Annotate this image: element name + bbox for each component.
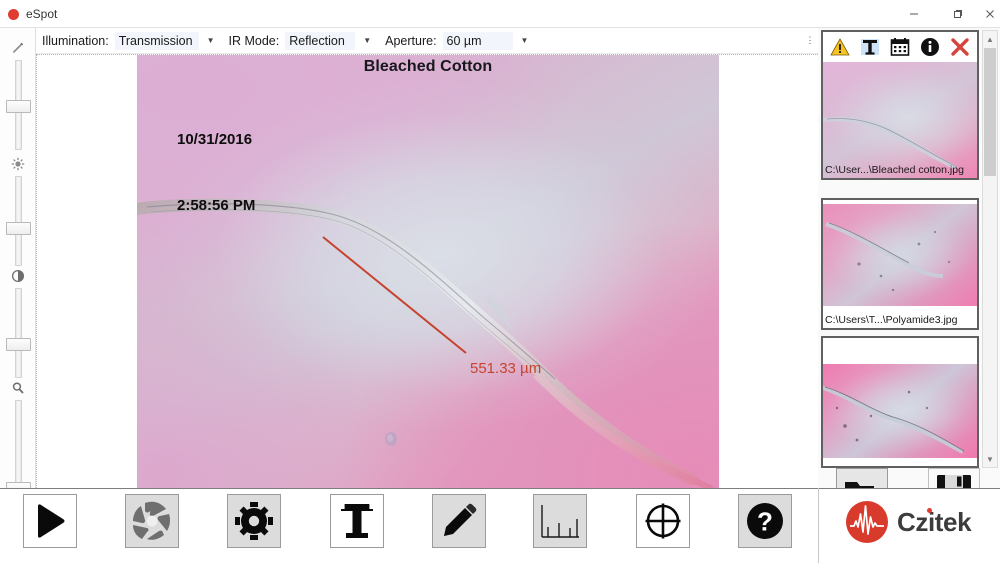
thumbnail-image-2[interactable]	[823, 204, 977, 306]
close-button[interactable]	[980, 0, 1000, 28]
thumbnail-fiber-1	[823, 116, 958, 170]
measurement-line	[322, 236, 467, 354]
aperture-icon	[133, 501, 171, 540]
chevron-down-icon-illumination[interactable]: ▼	[207, 36, 215, 45]
brand-logo: Czitek	[845, 498, 995, 546]
thumbnail-sidebar: C:\User...\Bleached cotton.jpg C:\Users\…	[818, 28, 1000, 516]
text-annotation-button[interactable]	[330, 494, 384, 548]
overlay-date: 10/31/2016	[177, 131, 253, 148]
sun-icon	[10, 156, 26, 172]
chevron-down-icon-aperture[interactable]: ▼	[521, 36, 529, 45]
calendar-icon[interactable]	[888, 35, 912, 59]
thumbnail-fiber-3	[823, 386, 965, 454]
illumination-label: Illumination:	[42, 33, 109, 48]
pencil-icon	[444, 503, 477, 536]
magnifier-icon	[10, 380, 26, 396]
scroll-down-icon[interactable]: ▼	[983, 451, 997, 467]
image-canvas[interactable]: Bleached Cotton 10/31/2016 2:58:56 PM 55…	[36, 54, 818, 489]
crosshair-icon	[645, 503, 681, 539]
text-T-icon	[341, 504, 373, 538]
espot-application-window: eSpot Illumination: Transmission ▼ IR Mo…	[0, 0, 1000, 563]
spectrum-icon	[541, 505, 579, 538]
svg-text:?: ?	[757, 507, 773, 537]
info-icon[interactable]	[918, 35, 942, 59]
overlay-title: Bleached Cotton	[363, 58, 493, 75]
app-logo-icon	[8, 9, 19, 20]
slider-track-brightness[interactable]	[15, 176, 22, 266]
minimize-button[interactable]	[892, 0, 936, 28]
brand-accent-dot	[927, 507, 932, 513]
help-button[interactable]: ?	[738, 494, 792, 548]
ir-mode-label: IR Mode:	[228, 33, 280, 48]
options-toolbar: Illumination: Transmission ▼ IR Mode: Re…	[36, 28, 818, 54]
thumbnail-scrollbar[interactable]: ▲ ▼	[982, 30, 998, 468]
thumbnail-image-3[interactable]	[823, 364, 977, 458]
scrollbar-thumb[interactable]	[984, 48, 996, 176]
slider-thumb-contrast[interactable]	[6, 338, 31, 351]
toolbar-divider	[818, 488, 819, 563]
illumination-select[interactable]: Transmission	[114, 31, 199, 50]
play-button[interactable]	[23, 494, 77, 548]
spectrum-button[interactable]	[533, 494, 587, 548]
overlay-datetime: 10/31/2016 2:58:56 PM	[177, 85, 255, 261]
slider-thumb-focus[interactable]	[6, 100, 31, 113]
viewer-panel: Illumination: Transmission ▼ IR Mode: Re…	[36, 28, 818, 489]
measurement-label: 551.33 µm	[470, 360, 542, 377]
text-tool-icon[interactable]	[858, 35, 882, 59]
chevron-down-icon-ir-mode[interactable]: ▼	[363, 36, 371, 45]
thumbnail-card-2[interactable]: C:\Users\T...\Polyamide3.jpg	[821, 198, 979, 330]
title-bar: eSpot	[0, 0, 1000, 28]
overlay-time: 2:58:56 PM	[177, 197, 256, 214]
question-icon: ?	[747, 503, 783, 539]
slider-track-zoom[interactable]	[15, 400, 22, 490]
thumbnail-card-1[interactable]: C:\User...\Bleached cotton.jpg	[821, 30, 979, 180]
thumbnail-caption-1: C:\User...\Bleached cotton.jpg	[825, 164, 964, 176]
microscope-image[interactable]: Bleached Cotton 10/31/2016 2:58:56 PM 55…	[137, 55, 719, 489]
thumbnail-image-1[interactable]	[823, 62, 977, 178]
czitek-logo-icon	[846, 501, 888, 543]
slider-track-contrast[interactable]	[15, 288, 22, 378]
slider-thumb-brightness[interactable]	[6, 222, 31, 235]
thumbnail-tool-icons	[823, 32, 977, 62]
brand-name-text: Czitek	[897, 506, 972, 537]
aperture-select[interactable]: 60 µm	[442, 31, 513, 50]
ir-mode-select[interactable]: Reflection	[285, 31, 356, 50]
contrast-icon	[10, 268, 26, 284]
pencil-icon	[10, 40, 26, 56]
control-slider-rail	[0, 28, 36, 495]
aperture-label: Aperture:	[385, 33, 437, 48]
thumbnail-fiber-2	[825, 222, 951, 292]
draw-button[interactable]	[432, 494, 486, 548]
camera-button[interactable]	[125, 494, 179, 548]
toolbar-overflow-button[interactable]: ⋮	[805, 36, 815, 45]
restore-button[interactable]	[936, 0, 980, 28]
crosshair-button[interactable]	[636, 494, 690, 548]
thumbnail-caption-2: C:\Users\T...\Polyamide3.jpg	[825, 314, 958, 326]
delete-icon[interactable]	[948, 35, 972, 59]
thumbnail-card-3[interactable]	[821, 336, 979, 468]
settings-button[interactable]	[227, 494, 281, 548]
play-icon	[38, 504, 65, 538]
window-title: eSpot	[26, 7, 58, 21]
scroll-up-icon[interactable]: ▲	[983, 31, 997, 47]
warning-icon[interactable]	[828, 35, 852, 59]
brand-name: Czitek	[897, 506, 972, 538]
gear-icon	[235, 502, 273, 540]
